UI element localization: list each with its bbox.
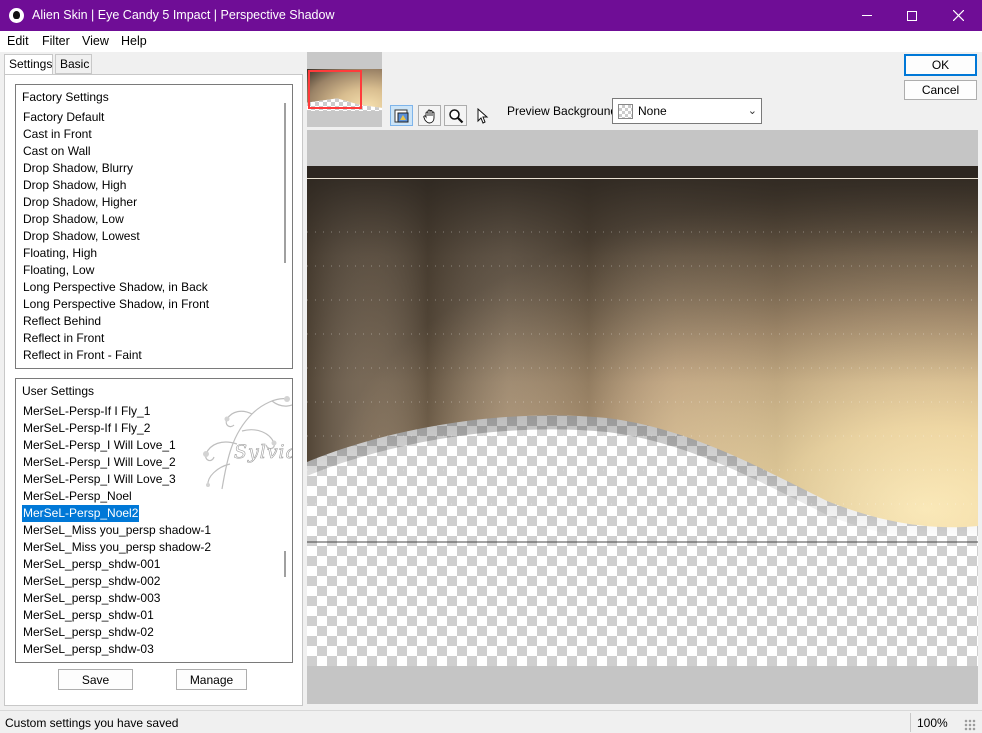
- close-button[interactable]: [935, 0, 981, 31]
- settings-tab-panel: Factory Settings Factory Default Cast in…: [4, 74, 303, 706]
- user-list-scrollbar[interactable]: [284, 551, 286, 577]
- manage-button[interactable]: Manage: [176, 669, 247, 690]
- preview-toggle-button[interactable]: [390, 105, 413, 126]
- status-bar: Custom settings you have saved 100%: [0, 710, 982, 733]
- list-item[interactable]: MerSeL-Persp-If I Fly_2: [22, 420, 151, 437]
- preview-background-value: None: [638, 104, 667, 118]
- list-item[interactable]: Drop Shadow, High: [22, 177, 127, 194]
- maximize-icon: [907, 10, 917, 21]
- zoom-tool-button[interactable]: [444, 105, 467, 126]
- list-item[interactable]: Factory Default: [22, 109, 105, 126]
- list-item[interactable]: MerSeL-Persp_I Will Love_3: [22, 471, 177, 488]
- list-item[interactable]: Drop Shadow, Lowest: [22, 228, 141, 245]
- list-item[interactable]: MerSeL_persp_shdw-002: [22, 573, 161, 590]
- preview-background-label: Preview Background:: [507, 104, 621, 118]
- preview-toggle-icon: [394, 109, 408, 122]
- tab-settings[interactable]: Settings: [4, 54, 53, 75]
- navigator-thumbnail[interactable]: [307, 52, 382, 127]
- minimize-icon: [862, 15, 872, 16]
- user-settings-header: User Settings: [22, 384, 95, 398]
- title-bar: Alien Skin | Eye Candy 5 Impact | Perspe…: [0, 0, 982, 31]
- minimize-button[interactable]: [844, 0, 890, 31]
- alien-skin-app-icon[interactable]: [9, 8, 24, 23]
- list-item[interactable]: MerSeL-Persp_I Will Love_1: [22, 437, 177, 454]
- hand-icon: [422, 109, 434, 123]
- list-item[interactable]: Drop Shadow, Higher: [22, 194, 138, 211]
- factory-settings-header: Factory Settings: [22, 90, 109, 104]
- list-item[interactable]: Cast on Wall: [22, 143, 92, 160]
- preview-pane[interactable]: [307, 130, 978, 704]
- menu-view[interactable]: View: [82, 34, 109, 48]
- list-item[interactable]: MerSeL_Miss you_persp shadow-1: [22, 522, 212, 539]
- list-item[interactable]: Reflect in Front - Faint: [22, 347, 143, 364]
- list-item[interactable]: Drop Shadow, Blurry: [22, 160, 134, 177]
- pointer-icon: [477, 107, 488, 124]
- save-button[interactable]: Save: [58, 669, 133, 690]
- menu-help[interactable]: Help: [121, 34, 147, 48]
- zoom-icon: [448, 108, 463, 123]
- cancel-button[interactable]: Cancel: [904, 80, 977, 100]
- list-item[interactable]: MerSeL-Persp-If I Fly_1: [22, 403, 151, 420]
- list-item[interactable]: MerSeL_persp_shdw-01: [22, 607, 155, 624]
- list-item[interactable]: Long Perspective Shadow, in Front: [22, 296, 210, 313]
- list-item[interactable]: Reflect in Front: [22, 330, 105, 347]
- list-item[interactable]: Floating, High: [22, 245, 98, 262]
- resize-grip-icon[interactable]: [964, 719, 976, 731]
- factory-settings-list[interactable]: Factory Settings Factory Default Cast in…: [15, 84, 293, 369]
- factory-list-scrollbar[interactable]: [284, 103, 286, 263]
- list-item[interactable]: Floating, Low: [22, 262, 95, 279]
- user-settings-list[interactable]: Sylviane User Settings MerSeL-Persp-If I…: [15, 378, 293, 663]
- zoom-level: 100%: [917, 716, 948, 730]
- list-item[interactable]: Cast in Front: [22, 126, 93, 143]
- list-item-selected[interactable]: MerSeL-Persp_Noel2: [20, 504, 141, 523]
- tab-basic[interactable]: Basic: [55, 54, 92, 74]
- window-title: Alien Skin | Eye Candy 5 Impact | Perspe…: [32, 8, 335, 22]
- preview-background-select[interactable]: None ⌄: [612, 98, 762, 124]
- hand-tool-button[interactable]: [418, 105, 441, 126]
- status-divider: [910, 713, 911, 732]
- close-icon: [952, 10, 964, 21]
- list-item[interactable]: Drop Shadow, Low: [22, 211, 125, 228]
- status-text: Custom settings you have saved: [5, 716, 179, 730]
- ok-button[interactable]: OK: [904, 54, 977, 76]
- transparency-swatch-icon: [618, 104, 633, 119]
- list-item[interactable]: MerSeL_Miss you_persp shadow-2: [22, 539, 212, 556]
- menu-filter[interactable]: Filter: [42, 34, 70, 48]
- maximize-button[interactable]: [889, 0, 935, 31]
- menu-bar: Edit Filter View Help: [0, 31, 982, 52]
- chevron-down-icon: ⌄: [747, 105, 757, 117]
- list-item[interactable]: MerSeL-Persp_Noel: [22, 488, 133, 505]
- list-item[interactable]: MerSeL_persp_shdw-001: [22, 556, 161, 573]
- viewport-frame[interactable]: [308, 70, 362, 109]
- list-item[interactable]: MerSeL-Persp_I Will Love_2: [22, 454, 177, 471]
- list-item[interactable]: MerSeL_persp_shdw-03: [22, 641, 155, 658]
- list-item[interactable]: Reflect Behind: [22, 313, 102, 330]
- preview-canvas[interactable]: [307, 166, 978, 666]
- list-item[interactable]: MerSeL_persp_shdw-003: [22, 590, 161, 607]
- preview-image: [307, 166, 978, 543]
- list-item[interactable]: MerSeL_persp_shdw-02: [22, 624, 155, 641]
- pointer-tool-button[interactable]: [470, 105, 493, 126]
- menu-edit[interactable]: Edit: [7, 34, 29, 48]
- list-item[interactable]: Long Perspective Shadow, in Back: [22, 279, 209, 296]
- watermark-signature: Sylviane: [234, 441, 292, 464]
